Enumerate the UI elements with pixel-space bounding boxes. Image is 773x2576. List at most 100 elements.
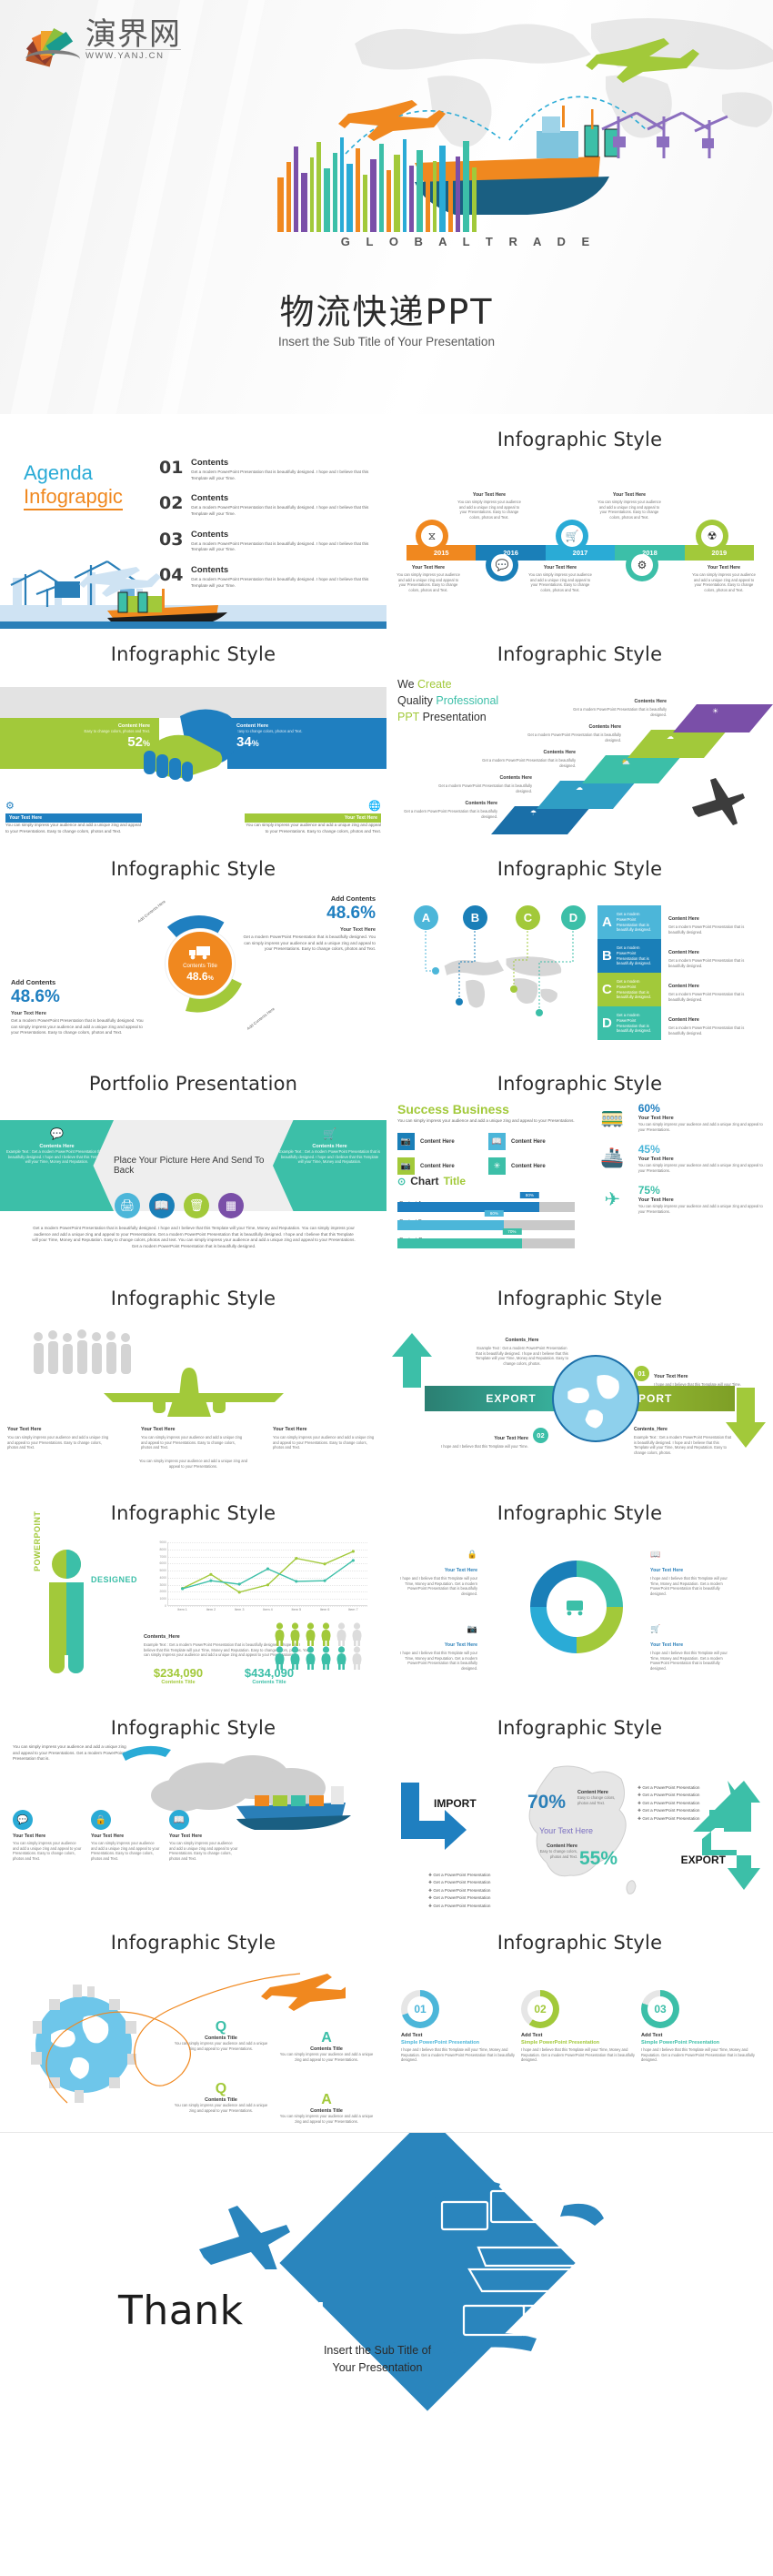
legend-note: Content Here Get a modern PowerPoint Pre… — [668, 950, 745, 968]
timeline-node[interactable]: 🛒 — [556, 520, 588, 552]
grid-icon[interactable]: ▦ — [218, 1193, 244, 1218]
expimp-note-02[interactable]: Your Text Here I hope and I believe that… — [441, 1428, 548, 1450]
slide-donut[interactable]: Infographic Style Contents Title 48.6% A… — [0, 844, 386, 1058]
bullet-item: ❖ Get a PowerPoint Presentation — [637, 1793, 700, 1798]
slide-qa[interactable]: Infographic Style Q Contents Title You c… — [0, 1917, 386, 2132]
barcode-bar — [394, 155, 400, 232]
bullet-item: ❖ Get a PowerPoint Presentation — [428, 1887, 491, 1893]
plane-icon — [199, 2206, 290, 2269]
list-item[interactable]: ✳ Content Here — [488, 1157, 574, 1175]
cover-subtitle: Insert the Sub Title of Your Presentatio… — [278, 335, 495, 349]
ring-chart: 03 — [641, 1990, 679, 2028]
slide-map-abcd[interactable]: Infographic Style A B C D A Get a modern… — [386, 844, 773, 1058]
person-icon — [49, 1550, 84, 1673]
caption-head: Your Text Here — [411, 565, 446, 571]
world-map-pins: A B C D — [407, 905, 597, 1042]
puzzle-icon: ✳ — [488, 1157, 506, 1175]
camera-icon: 📷 — [467, 1624, 477, 1633]
timeline-node[interactable]: 💬 — [486, 549, 518, 581]
step-shape[interactable] — [581, 755, 683, 783]
timeline-node[interactable]: ☢ — [696, 520, 728, 552]
caption-body: You can simply impress your audience and… — [457, 500, 521, 520]
slide-france-map[interactable]: Infographic Style IMPORT EXPORT 70% 55% … — [386, 1702, 773, 1917]
list-item[interactable]: 📷 Content Here — [397, 1157, 483, 1175]
slide-ship-smoke[interactable]: Infographic Style You can simply impress… — [0, 1702, 386, 1917]
agenda-item-head: Contents — [191, 493, 229, 504]
barcode-decoration — [277, 136, 659, 232]
slide-handshake[interactable]: Infographic Style Content Here Easy to c… — [0, 629, 386, 844]
ship-col[interactable]: 📖 Your Text Here You can simply impress … — [169, 1810, 238, 1862]
step-shape[interactable] — [672, 704, 773, 732]
plane-caption: Your Text Here You can simply impress yo… — [273, 1427, 375, 1450]
transport-stat-row[interactable]: 🚃 60% Your Text Here You can simply impr… — [594, 1102, 767, 1133]
slide-steps[interactable]: Infographic Style We Create Quality Prof… — [386, 629, 773, 844]
slide-circular-arrows[interactable]: Infographic Style 🔒 Your Text Here I hop… — [386, 1488, 773, 1702]
step-caption: Contents Here Get a modern PowerPoint Pre… — [438, 775, 532, 793]
list-item[interactable]: 📖 Content Here — [488, 1133, 574, 1150]
qa-a-1: A Contents Title You can simply impress … — [279, 2030, 374, 2062]
table-row[interactable]: B Get a modern PowerPoint Presentation t… — [597, 939, 757, 973]
handshake-foot-right[interactable]: 🌐 Your Text Here You can simply impress … — [245, 800, 381, 834]
table-row[interactable]: A Get a modern PowerPoint Presentation t… — [597, 905, 757, 939]
ship-col[interactable]: 💬 Your Text Here You can simply impress … — [13, 1810, 82, 1862]
slide-line-chart[interactable]: Infographic Style POWERPOINT DESIGNED 90… — [0, 1488, 386, 1702]
portfolio-right-panel[interactable]: 🛒 Contents Here Example Text : Get a mod… — [273, 1120, 386, 1211]
bullet-item: ❖ Get a PowerPoint Presentation — [428, 1903, 491, 1908]
ring-item[interactable]: 03 Add Text Simple PowerPoint Presentati… — [641, 1990, 758, 2063]
bar-track: 60% — [397, 1210, 575, 1230]
agenda-item-head: Contents — [191, 458, 229, 468]
circ-card[interactable]: 📷 Your Text Here I hope and I believe th… — [394, 1624, 477, 1672]
barcode-bar — [363, 175, 367, 232]
ship-col[interactable]: 🔒 Your Text Here You can simply impress … — [91, 1810, 160, 1862]
circ-card[interactable]: 🛒 Your Text Here I hope and I believe th… — [650, 1624, 734, 1672]
ring-item[interactable]: 02 Add Text Simple PowerPoint Presentati… — [521, 1990, 637, 2063]
list-item[interactable]: 📷 Content Here — [397, 1133, 483, 1150]
site-logo[interactable]: 演界网 WWW.YANJ.CN — [25, 19, 181, 67]
trash-icon[interactable]: 🗑 — [184, 1193, 209, 1218]
expimp-note-01[interactable]: 01 Your Text Here I hope and I believe t… — [634, 1366, 741, 1388]
step-shape[interactable] — [490, 806, 592, 834]
legend-key: A Get a modern PowerPoint Presentation t… — [597, 905, 661, 939]
slide-agenda[interactable]: Agenda Infograpgic 01 Contents Get a mod… — [0, 414, 386, 629]
bar-fill — [397, 1220, 504, 1230]
table-row[interactable]: C Get a modern PowerPoint Presentation t… — [597, 973, 757, 1006]
list-item[interactable]: 01 Contents Get a modern PowerPoint Pres… — [159, 458, 373, 481]
circ-card[interactable]: 📖 Your Text Here I hope and I believe th… — [650, 1550, 734, 1597]
success-right-list: 🚃 60% Your Text Here You can simply impr… — [594, 1102, 767, 1225]
donut-right-panel: Add Contents 48.6% Your Text Here Get a … — [237, 894, 376, 953]
transport-stat-row[interactable]: ✈ 75% Your Text Here You can simply impr… — [594, 1184, 767, 1215]
france-mid-text: Your Text Here — [539, 1826, 594, 1835]
y-axis-tick: 6000 — [159, 1561, 166, 1566]
timeline-node[interactable]: ⚙ — [626, 549, 658, 581]
slide-plane-people[interactable]: Infographic Style Your Text Here You can… — [0, 1273, 386, 1488]
pictograph-row — [273, 1622, 373, 1646]
slide-timeline[interactable]: Infographic Style 2015 2016 2017 2018 20… — [386, 414, 773, 629]
caption-body: You can simply impress your audience and… — [397, 572, 460, 593]
y-axis-tick: 2000 — [159, 1590, 166, 1594]
legend-note: Content Here Get a modern PowerPoint Pre… — [668, 916, 745, 934]
handshake-foot-left[interactable]: ⚙ Your Text Here You can simply impress … — [5, 800, 142, 834]
bullet-item: ❖ Get a PowerPoint Presentation — [428, 1880, 491, 1885]
circ-card[interactable]: 🔒 Your Text Here I hope and I believe th… — [394, 1550, 477, 1597]
step-shape[interactable] — [627, 730, 728, 758]
money-left: $234,090 Contents Title — [153, 1666, 204, 1685]
person-glyph — [290, 1622, 300, 1646]
transport-stat-row[interactable]: 🚢 45% Your Text Here You can simply impr… — [594, 1143, 767, 1174]
step-shape[interactable] — [536, 781, 637, 809]
table-row[interactable]: D Get a modern PowerPoint Presentation t… — [597, 1006, 757, 1040]
ring-item[interactable]: 01 Add Text Simple PowerPoint Presentati… — [401, 1990, 517, 2063]
slide-export-import[interactable]: Infographic Style EXPORT IMPORT Contents… — [386, 1273, 773, 1488]
barcode-bar — [316, 142, 321, 232]
export-label: EXPORT — [680, 1854, 726, 1866]
slide-portfolio[interactable]: Portfolio Presentation 💬 Contents Here E… — [0, 1058, 386, 1273]
printer-icon[interactable]: 🖨 — [115, 1193, 140, 1218]
slide-three-rings[interactable]: Infographic Style 01 Add Text Simple Pow… — [386, 1917, 773, 2132]
radiation-icon: ☢ — [707, 530, 718, 542]
barcode-bar — [403, 139, 407, 232]
book-icon[interactable]: 📖 — [149, 1193, 175, 1218]
france-pct-top: 70% — [527, 1792, 567, 1813]
list-item[interactable]: 02 Contents Get a modern PowerPoint Pres… — [159, 493, 373, 517]
chat-icon: 💬 — [13, 1810, 33, 1830]
slide-success-business[interactable]: Infographic Style Success Business You c… — [386, 1058, 773, 1273]
timeline-node[interactable]: ⧖ — [416, 520, 448, 552]
